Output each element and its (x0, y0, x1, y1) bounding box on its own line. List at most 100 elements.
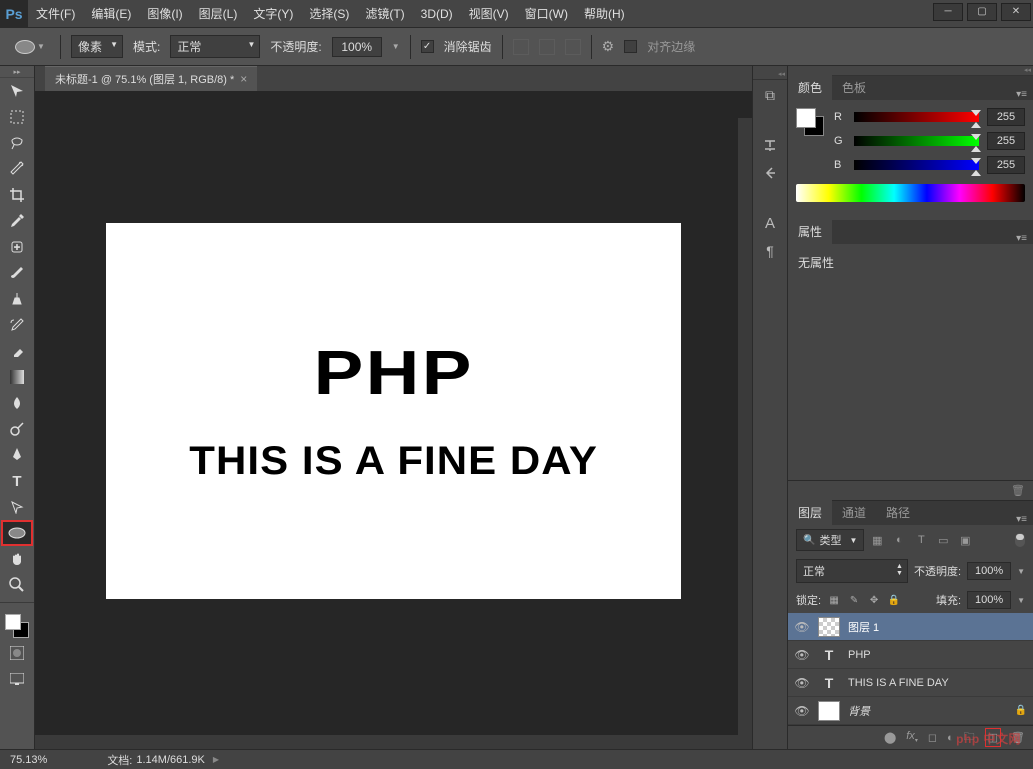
color-picker-swatch[interactable] (796, 108, 824, 136)
tab-properties[interactable]: 属性 (788, 219, 832, 244)
history-panel-icon[interactable]: ⧉ (756, 82, 784, 108)
layer-name[interactable]: PHP (848, 649, 1027, 661)
document-tab[interactable]: 未标题-1 @ 75.1% (图层 1, RGB/8) * × (45, 66, 257, 91)
shape-mode-dropdown[interactable]: 像素 (71, 35, 123, 58)
filter-shape-icon[interactable]: ▭ (934, 531, 952, 549)
marquee-tool[interactable] (1, 104, 33, 130)
visibility-eye-icon[interactable]: 👁 (794, 676, 810, 690)
pen-tool[interactable] (1, 442, 33, 468)
b-slider[interactable] (854, 160, 979, 170)
paragraph-panel-icon[interactable] (756, 160, 784, 186)
layer-fx-icon[interactable]: fx▾ (906, 730, 918, 744)
canvas[interactable]: PHP THIS IS A FINE DAY (106, 223, 681, 599)
move-tool[interactable] (1, 78, 33, 104)
lock-position-icon[interactable]: ✥ (867, 593, 881, 607)
gear-icon[interactable]: ⚙ (602, 38, 615, 55)
lock-all-icon[interactable]: 🔒 (887, 593, 901, 607)
menu-edit[interactable]: 编辑(E) (83, 0, 139, 28)
filter-pixel-icon[interactable]: ▦ (868, 531, 886, 549)
healing-brush-tool[interactable]: ✚ (1, 234, 33, 260)
vertical-scrollbar[interactable] (738, 118, 752, 735)
opacity-input[interactable]: 100% (332, 37, 382, 57)
layer-row[interactable]: 👁 图层 1 (788, 613, 1033, 641)
layer-filter-dropdown[interactable]: 🔍类型▼ (796, 529, 864, 551)
canvas-viewport[interactable]: PHP THIS IS A FINE DAY (35, 92, 752, 749)
tool-preset-ellipse-icon[interactable]: ▼ (10, 35, 50, 59)
r-slider[interactable] (854, 112, 979, 122)
layer-thumbnail[interactable]: T (818, 673, 840, 693)
tab-swatches[interactable]: 色板 (832, 75, 876, 100)
blend-mode-dropdown[interactable]: 正常 (796, 559, 908, 583)
menu-help[interactable]: 帮助(H) (576, 0, 633, 28)
panel-menu-icon[interactable]: ▾≡ (1010, 233, 1033, 244)
b-value[interactable]: 255 (987, 156, 1025, 174)
menu-image[interactable]: 图像(I) (139, 0, 190, 28)
window-minimize-button[interactable]: ─ (933, 3, 963, 21)
panel-menu-icon[interactable]: ▾≡ (1010, 514, 1033, 525)
layer-row[interactable]: 👁 T PHP (788, 641, 1033, 669)
filter-type-icon[interactable]: T (912, 531, 930, 549)
hand-tool[interactable] (1, 546, 33, 572)
layer-mask-icon[interactable]: ◻ (928, 731, 937, 744)
character-panel-icon[interactable] (756, 132, 784, 158)
path-operations-icon[interactable] (513, 39, 529, 55)
menu-select[interactable]: 选择(S) (301, 0, 357, 28)
eyedropper-tool[interactable] (1, 208, 33, 234)
menu-file[interactable]: 文件(F) (28, 0, 83, 28)
clone-stamp-tool[interactable] (1, 286, 33, 312)
char-style-panel-icon[interactable]: A (756, 210, 784, 236)
layer-row[interactable]: 👁背景🔒 (788, 697, 1033, 725)
layer-row[interactable]: 👁TTHIS IS A FINE DAY (788, 669, 1033, 697)
visibility-eye-icon[interactable]: 👁 (794, 648, 810, 662)
blend-mode-dropdown[interactable]: 正常 (170, 35, 260, 58)
visibility-eye-icon[interactable]: 👁 (794, 620, 810, 634)
para-style-panel-icon[interactable]: ¶ (756, 238, 784, 264)
chevron-right-icon[interactable]: ▶ (213, 755, 219, 764)
zoom-tool[interactable] (1, 572, 33, 598)
window-close-button[interactable]: ✕ (1001, 3, 1031, 21)
path-alignment-icon[interactable] (539, 39, 555, 55)
menu-layer[interactable]: 图层(L) (191, 0, 246, 28)
g-value[interactable]: 255 (987, 132, 1025, 150)
history-brush-tool[interactable] (1, 312, 33, 338)
lock-transparent-icon[interactable]: ▦ (827, 593, 841, 607)
type-tool[interactable]: T (1, 468, 33, 494)
layer-thumbnail[interactable] (818, 701, 840, 721)
new-fill-adjust-icon[interactable]: ◐ (947, 732, 954, 744)
toolbar-collapse-icon[interactable]: ▸▸ (0, 68, 34, 78)
layer-opacity-input[interactable]: 100% (967, 562, 1011, 580)
color-swatch-tool[interactable] (0, 612, 34, 640)
ellipse-tool[interactable] (1, 520, 33, 546)
r-value[interactable]: 255 (987, 108, 1025, 126)
path-arrangement-icon[interactable] (565, 39, 581, 55)
menu-window[interactable]: 窗口(W) (517, 0, 576, 28)
layer-thumbnail[interactable]: T (818, 645, 840, 665)
fill-input[interactable]: 100% (967, 591, 1011, 609)
app-logo[interactable]: Ps (0, 0, 28, 28)
window-maximize-button[interactable]: ▢ (967, 3, 997, 21)
filter-smart-icon[interactable]: ▣ (956, 531, 974, 549)
close-icon[interactable]: × (240, 72, 247, 86)
panel-menu-icon[interactable]: ▾≡ (1010, 89, 1033, 100)
brush-tool[interactable] (1, 260, 33, 286)
horizontal-scrollbar[interactable] (35, 735, 752, 749)
panel-collapse-icon[interactable]: ◂◂ (753, 70, 787, 80)
menu-type[interactable]: 文字(Y) (245, 0, 301, 28)
trash-icon[interactable]: 🗑 (1011, 484, 1025, 497)
link-layers-icon[interactable]: ⬤ (884, 731, 896, 744)
g-slider[interactable] (854, 136, 979, 146)
filter-toggle[interactable] (1015, 533, 1025, 547)
menu-view[interactable]: 视图(V) (461, 0, 517, 28)
layer-thumbnail[interactable] (818, 617, 840, 637)
zoom-level[interactable]: 75.13% (10, 754, 47, 766)
lock-pixels-icon[interactable]: ✎ (847, 593, 861, 607)
magic-wand-tool[interactable] (1, 156, 33, 182)
eraser-tool[interactable] (1, 338, 33, 364)
layer-name[interactable]: 图层 1 (848, 619, 1027, 635)
color-spectrum[interactable] (796, 184, 1025, 202)
quick-mask-tool[interactable] (1, 640, 33, 666)
menu-filter[interactable]: 滤镜(T) (357, 0, 412, 28)
lasso-tool[interactable] (1, 130, 33, 156)
antialias-checkbox[interactable] (421, 40, 434, 53)
tab-layers[interactable]: 图层 (788, 500, 832, 525)
